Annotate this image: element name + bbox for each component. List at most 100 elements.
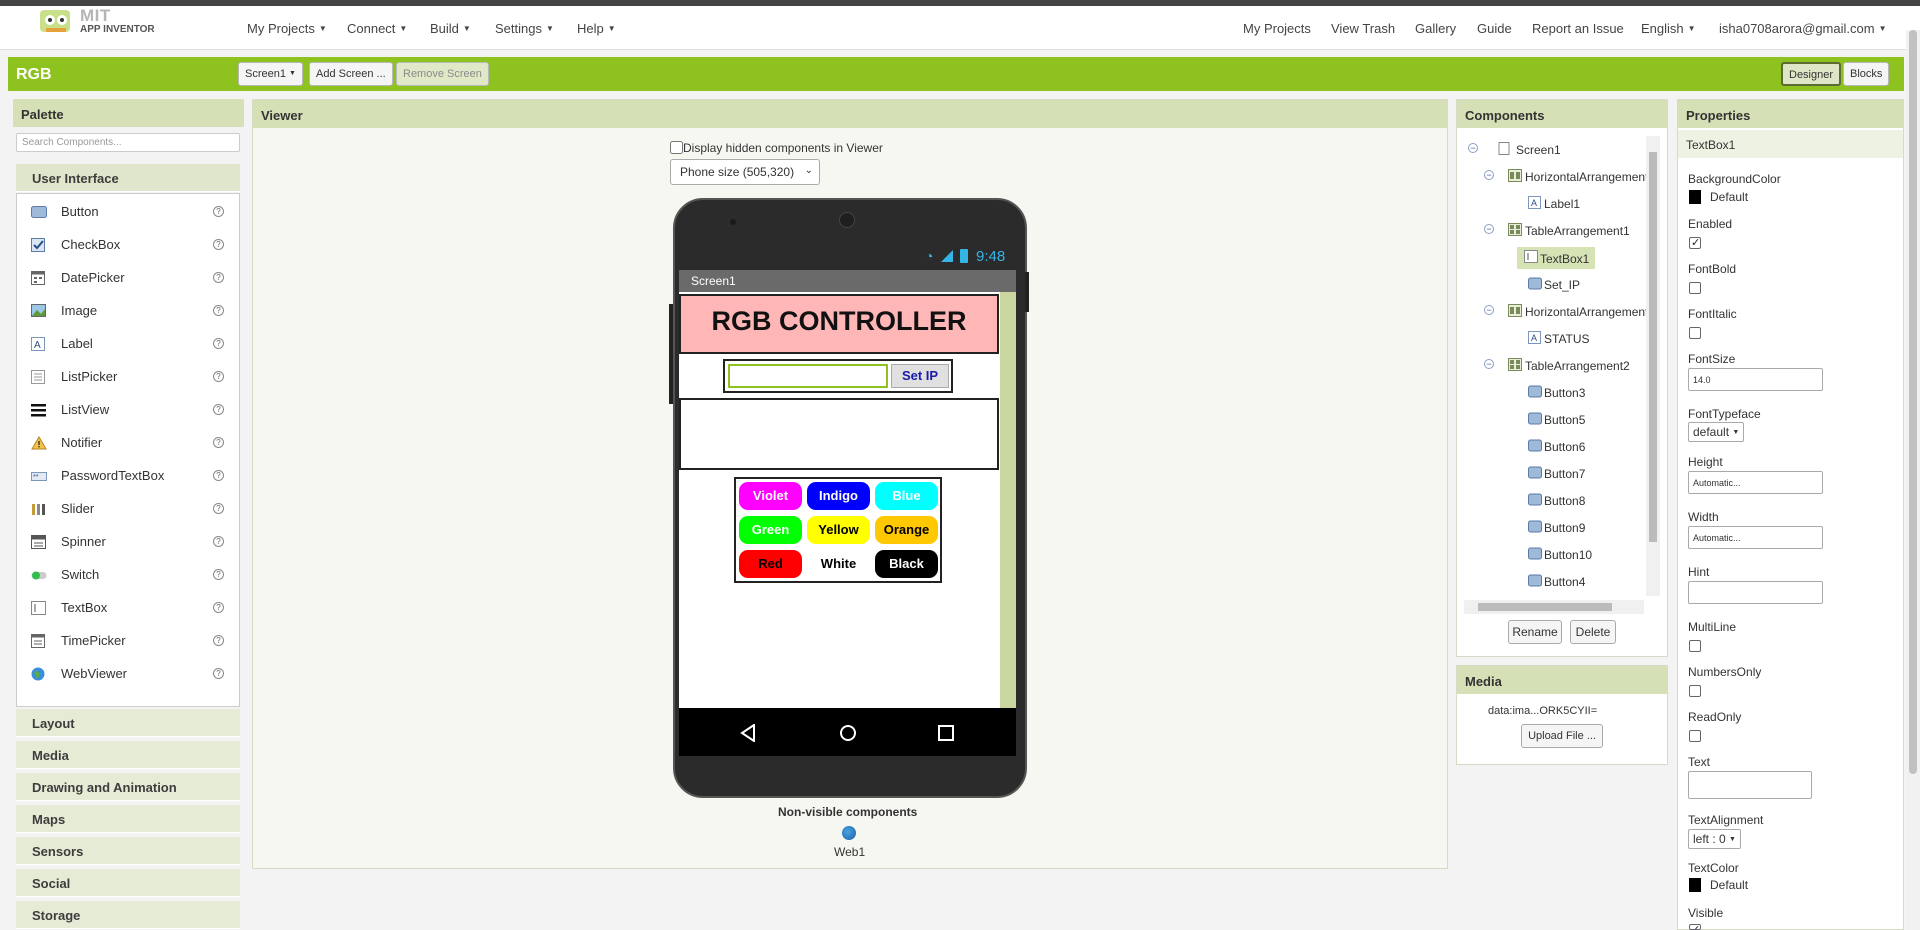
recents-icon[interactable] (937, 724, 955, 742)
collapse-icon[interactable]: − (1468, 143, 1478, 153)
display-hidden-checkbox-input[interactable] (670, 141, 683, 154)
help-icon[interactable]: ? (213, 470, 224, 481)
collapse-icon[interactable]: − (1484, 305, 1494, 315)
tree-node-button9[interactable]: Button9 (1524, 520, 1662, 536)
numbersonly-checkbox[interactable] (1689, 685, 1701, 697)
tree-node-screen1[interactable]: − Screen1 (1468, 142, 1662, 158)
help-icon[interactable]: ? (213, 272, 224, 283)
tree-node-button3[interactable]: Button3 (1524, 385, 1662, 401)
palette-item-datepicker[interactable]: DatePicker ? (17, 260, 239, 293)
fontbold-checkbox[interactable] (1689, 282, 1701, 294)
set-ip-button[interactable]: Set IP (891, 364, 949, 388)
help-icon[interactable]: ? (213, 338, 224, 349)
app-inventor-logo[interactable]: MIT APP INVENTOR (38, 6, 168, 42)
orange-button[interactable]: Orange (875, 516, 938, 544)
category-media[interactable]: Media (16, 741, 240, 769)
tree-node-button4[interactable]: Button4 (1524, 574, 1662, 590)
link-guide[interactable]: Guide (1477, 21, 1512, 36)
palette-item-switch[interactable]: Switch ? (17, 557, 239, 590)
help-icon[interactable]: ? (213, 404, 224, 415)
tree-node-textbox1-selected[interactable]: TextBox1 (1517, 247, 1595, 269)
category-maps[interactable]: Maps (16, 805, 240, 833)
tree-node-tablearrangement1[interactable]: − TableArrangement1 (1484, 223, 1662, 239)
yellow-button[interactable]: Yellow (807, 516, 870, 544)
tree-node-status[interactable]: A STATUS (1524, 331, 1662, 347)
enabled-checkbox[interactable] (1689, 236, 1701, 249)
green-button[interactable]: Green (739, 516, 802, 544)
designer-button[interactable]: Designer (1781, 62, 1842, 86)
textcolor-value[interactable]: Default (1710, 878, 1748, 892)
category-sensors[interactable]: Sensors (16, 837, 240, 865)
back-icon[interactable] (740, 724, 756, 742)
rename-button[interactable]: Rename (1508, 620, 1562, 644)
collapse-icon[interactable]: − (1484, 224, 1494, 234)
help-icon[interactable]: ? (213, 206, 224, 217)
fontitalic-checkbox[interactable] (1689, 327, 1701, 339)
help-icon[interactable]: ? (213, 668, 224, 679)
fonttypeface-dropdown[interactable]: default ▼ (1688, 422, 1745, 442)
web-component-icon[interactable] (842, 826, 856, 840)
text-textarea[interactable] (1688, 771, 1812, 799)
palette-item-listpicker[interactable]: ListPicker ? (17, 359, 239, 392)
fontsize-input[interactable]: 14.0 (1688, 368, 1823, 391)
account-menu[interactable]: isha0708arora@gmail.com ▼ (1719, 21, 1886, 36)
tree-node-horizontalarrangement1[interactable]: − HorizontalArrangement1 (1484, 169, 1662, 185)
blocks-button[interactable]: Blocks (1843, 62, 1890, 86)
height-input[interactable]: Automatic... (1688, 471, 1823, 494)
indigo-button[interactable]: Indigo (807, 482, 870, 510)
link-my-projects[interactable]: My Projects (1243, 21, 1311, 36)
black-button[interactable]: Black (875, 550, 938, 578)
width-input[interactable]: Automatic... (1688, 526, 1823, 549)
media-file[interactable]: data:ima...ORK5CYII= (1488, 705, 1597, 717)
web1-label[interactable]: Web1 (834, 845, 865, 859)
textcolor-swatch[interactable] (1689, 878, 1701, 892)
screen-scrollbar[interactable] (1000, 292, 1016, 710)
collapse-icon[interactable]: − (1484, 359, 1494, 369)
screen-select[interactable]: Screen1 ▼ (238, 62, 303, 86)
help-icon[interactable]: ? (213, 239, 224, 250)
help-icon[interactable]: ? (213, 437, 224, 448)
tree-node-button6[interactable]: Button6 (1524, 439, 1662, 455)
display-hidden-checkbox[interactable]: Display hidden components in Viewer (670, 141, 883, 155)
palette-item-webviewer[interactable]: WebViewer ? (17, 656, 239, 689)
palette-item-label[interactable]: A Label ? (17, 326, 239, 359)
palette-item-image[interactable]: Image ? (17, 293, 239, 326)
page-scrollbar[interactable] (1906, 30, 1920, 930)
red-button[interactable]: Red (739, 550, 802, 578)
palette-item-passwordtextbox[interactable]: ** PasswordTextBox ? (17, 458, 239, 491)
menu-help[interactable]: Help ▼ (577, 21, 616, 36)
status-arrangement[interactable] (679, 398, 999, 470)
language-menu[interactable]: English ▼ (1641, 21, 1696, 36)
multiline-checkbox[interactable] (1689, 640, 1701, 652)
upload-file-button[interactable]: Upload File ... (1521, 724, 1603, 748)
rgb-controller-label[interactable]: RGB CONTROLLER (679, 294, 999, 354)
palette-item-textbox[interactable]: TextBox ? (17, 590, 239, 623)
hint-input[interactable] (1688, 581, 1823, 604)
category-storage[interactable]: Storage (16, 901, 240, 929)
palette-item-spinner[interactable]: Spinner ? (17, 524, 239, 557)
menu-connect[interactable]: Connect ▼ (347, 21, 407, 36)
palette-item-checkbox[interactable]: CheckBox ? (17, 227, 239, 260)
category-user-interface[interactable]: User Interface (16, 164, 240, 192)
scroll-thumb[interactable] (1478, 603, 1612, 611)
delete-button[interactable]: Delete (1570, 620, 1616, 644)
tree-node-button8[interactable]: Button8 (1524, 493, 1662, 509)
white-button[interactable]: White (807, 550, 870, 578)
search-input[interactable]: Search Components... (16, 133, 240, 152)
category-layout[interactable]: Layout (16, 709, 240, 737)
menu-my-projects[interactable]: My Projects ▼ (247, 21, 327, 36)
tree-node-set-ip[interactable]: Set_IP (1524, 277, 1662, 293)
tree-node-button7[interactable]: Button7 (1524, 466, 1662, 482)
tree-node-button10[interactable]: Button10 (1524, 547, 1662, 563)
palette-item-timepicker[interactable]: TimePicker ? (17, 623, 239, 656)
menu-settings[interactable]: Settings ▼ (495, 21, 554, 36)
tree-vertical-scrollbar[interactable] (1646, 136, 1660, 596)
help-icon[interactable]: ? (213, 635, 224, 646)
tree-node-horizontalarrangement2[interactable]: − HorizontalArrangement2 (1484, 304, 1662, 320)
help-icon[interactable]: ? (213, 305, 224, 316)
backgroundcolor-value[interactable]: Default (1710, 190, 1748, 204)
help-icon[interactable]: ? (213, 536, 224, 547)
link-view-trash[interactable]: View Trash (1331, 21, 1395, 36)
scroll-thumb[interactable] (1909, 30, 1917, 774)
tree-node-tablearrangement2[interactable]: − TableArrangement2 (1484, 358, 1662, 374)
